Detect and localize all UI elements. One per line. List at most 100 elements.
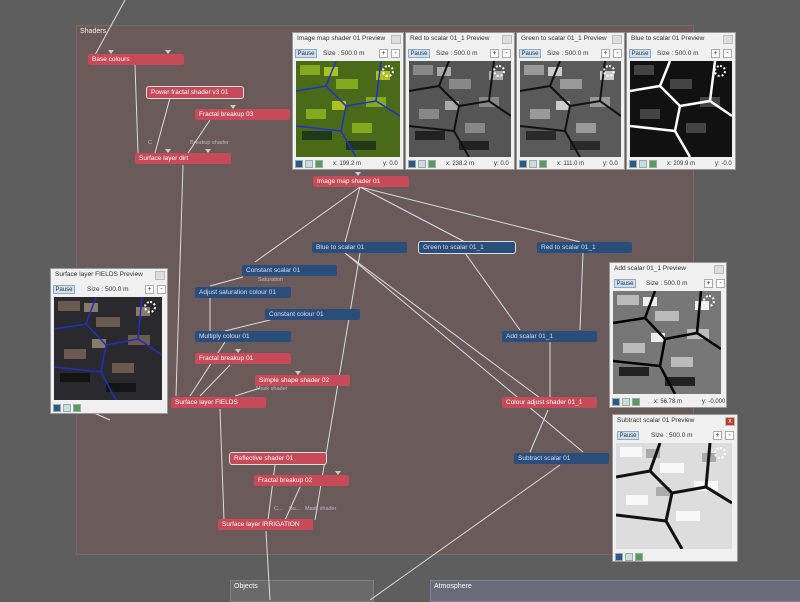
coord-x: x: 209.9 m (667, 161, 696, 167)
pause-button[interactable]: Pause (629, 49, 651, 58)
coord-y: y: 0.0 (603, 161, 618, 167)
sun-icon (703, 295, 715, 307)
pause-button[interactable]: Pause (408, 49, 430, 58)
hint-c-2: C... (274, 506, 283, 512)
frame-icon[interactable] (63, 404, 71, 412)
preview-window-button[interactable] (612, 35, 622, 44)
node-power-fractal-shader[interactable]: Power fractal shader v3 01 (146, 86, 244, 99)
node-simple-shape-shader[interactable]: Simple shape shader 02 (255, 375, 350, 386)
preview-window-button[interactable] (391, 35, 401, 44)
eye-icon[interactable] (519, 160, 527, 168)
node-add-scalar[interactable]: Add scalar 01_1 (502, 331, 597, 342)
atmosphere-group[interactable]: Atmosphere (430, 580, 800, 602)
preview-image (409, 61, 511, 157)
eye-icon[interactable] (53, 404, 61, 412)
pause-button[interactable]: Pause (617, 431, 639, 440)
zoom-out-button[interactable]: - (725, 431, 734, 440)
frame-icon[interactable] (418, 160, 426, 168)
node-adjust-saturation-colour[interactable]: Adjust saturation colour 01 (195, 287, 291, 298)
node-constant-scalar[interactable]: Constant scalar 01 (242, 265, 337, 276)
coord-y: y: 0.0 (494, 161, 509, 167)
eye-icon[interactable] (615, 553, 623, 561)
node-fractal-breakup-02[interactable]: Fractal breakup 02 (254, 475, 349, 486)
node-surface-layer-irrigation[interactable]: Surface layer IRRIGATION (218, 519, 313, 530)
preview-image-map[interactable]: Image map shader 01 Preview Pause Size :… (292, 32, 404, 170)
preview-title: Red to scalar 01_1 Preview (410, 35, 490, 42)
node-colour-adjust-shader[interactable]: Colour adjust shader 01_1 (502, 397, 597, 408)
leaf-icon[interactable] (649, 160, 657, 168)
pause-button[interactable]: Pause (295, 49, 317, 58)
leaf-icon[interactable] (73, 404, 81, 412)
leaf-icon[interactable] (315, 160, 323, 168)
zoom-in-button[interactable]: + (379, 49, 388, 58)
preview-window-button[interactable] (502, 35, 512, 44)
zoom-in-button[interactable]: + (490, 49, 499, 58)
preview-image (630, 61, 732, 157)
node-image-map-shader[interactable]: Image map shader 01 (313, 176, 409, 187)
zoom-out-button[interactable]: - (502, 49, 511, 58)
pause-button[interactable]: Pause (614, 279, 636, 288)
close-button[interactable]: x (725, 417, 735, 426)
pause-button[interactable]: Pause (519, 49, 541, 58)
preview-image (616, 443, 732, 549)
pause-button[interactable]: Pause (53, 285, 75, 294)
objects-group[interactable]: Objects (230, 580, 374, 602)
zoom-in-button[interactable]: + (713, 431, 722, 440)
node-surface-layer-fields[interactable]: Surface layer FIELDS (171, 397, 266, 408)
sun-icon (144, 301, 156, 313)
zoom-out-button[interactable]: - (613, 49, 622, 58)
node-fractal-breakup-01[interactable]: Fractal breakup 01 (195, 353, 291, 364)
leaf-icon[interactable] (428, 160, 436, 168)
node-red-to-scalar[interactable]: Red to scalar 01_1 (537, 242, 632, 253)
eye-icon[interactable] (612, 398, 620, 406)
node-subtract-scalar[interactable]: Subtract scalar 01 (514, 453, 609, 464)
coord-x: x: 199.2 m (333, 161, 362, 167)
leaf-icon[interactable] (632, 398, 640, 406)
frame-icon[interactable] (622, 398, 630, 406)
preview-blue-to-scalar[interactable]: Blue to scalar 01 Preview Pause Size : 5… (626, 32, 736, 170)
frame-icon[interactable] (305, 160, 313, 168)
node-green-to-scalar[interactable]: Green to scalar 01_1 (418, 241, 516, 254)
hint-mask-shader-2: Mask shader (305, 506, 337, 512)
zoom-in-button[interactable]: + (704, 279, 713, 288)
preview-image (296, 61, 400, 157)
frame-icon[interactable] (529, 160, 537, 168)
eye-icon[interactable] (629, 160, 637, 168)
zoom-out-button[interactable]: - (723, 49, 732, 58)
preview-subtract-scalar[interactable]: Subtract scalar 01 Preview x Pause Size … (612, 414, 738, 562)
leaf-icon[interactable] (635, 553, 643, 561)
node-fractal-breakup-03[interactable]: Fractal breakup 03 (195, 109, 290, 120)
zoom-out-button[interactable]: - (391, 49, 400, 58)
preview-add-scalar[interactable]: Add scalar 01_1 Preview Pause Size : 500… (609, 262, 727, 408)
preview-title: Green to scalar 01_1 Preview (521, 35, 607, 42)
preview-window-button[interactable] (155, 271, 165, 280)
node-surface-layer-dirt[interactable]: Surface layer dirt (135, 153, 231, 164)
eye-icon[interactable] (295, 160, 303, 168)
zoom-in-button[interactable]: + (601, 49, 610, 58)
preview-title: Surface layer FIELDS Preview (55, 271, 143, 278)
preview-red-to-scalar[interactable]: Red to scalar 01_1 Preview Pause Size : … (405, 32, 515, 170)
frame-icon[interactable] (625, 553, 633, 561)
node-base-colours[interactable]: Base colours (88, 54, 184, 65)
sun-icon (493, 65, 505, 77)
preview-green-to-scalar[interactable]: Green to scalar 01_1 Preview Pause Size … (516, 32, 625, 170)
leaf-icon[interactable] (539, 160, 547, 168)
frame-icon[interactable] (639, 160, 647, 168)
preview-surface-layer-fields[interactable]: Surface layer FIELDS Preview Pause Size … (50, 268, 168, 414)
node-multiply-colour[interactable]: Multiply colour 01 (195, 331, 291, 342)
sun-icon (714, 447, 726, 459)
preview-size: Size : 500.0 m (651, 432, 693, 439)
zoom-in-button[interactable]: + (711, 49, 720, 58)
zoom-out-button[interactable]: - (716, 279, 725, 288)
eye-icon[interactable] (408, 160, 416, 168)
node-blue-to-scalar[interactable]: Blue to scalar 01 (312, 242, 407, 253)
preview-image (520, 61, 621, 157)
zoom-in-button[interactable]: + (145, 285, 154, 294)
zoom-out-button[interactable]: - (157, 285, 166, 294)
preview-size: Size : 500.0 m (436, 50, 478, 57)
preview-window-button[interactable] (723, 35, 733, 44)
preview-window-button[interactable] (714, 265, 724, 274)
atmosphere-group-title: Atmosphere (434, 583, 472, 590)
node-constant-colour[interactable]: Constant colour 01 (265, 309, 360, 320)
node-reflective-shader[interactable]: Reflective shader 01 (229, 452, 327, 465)
